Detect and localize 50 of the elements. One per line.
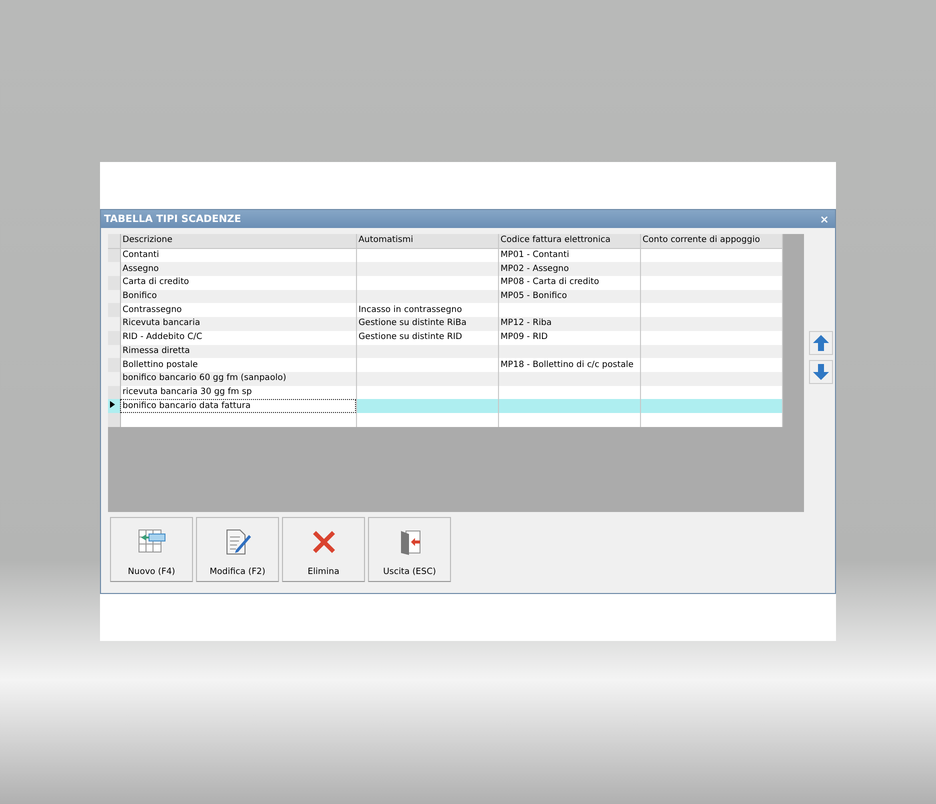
table-cell: bonifico bancario data fattura <box>122 400 251 411</box>
table-cell: MP02 - Assegno <box>500 264 569 274</box>
toolbar-button[interactable]: Elimina <box>282 517 365 582</box>
column-header[interactable]: Descrizione <box>120 234 356 248</box>
column-header[interactable]: Conto corrente di appoggio <box>640 234 782 248</box>
window-title: TABELLA TIPI SCADENZE <box>104 214 242 224</box>
move-down-button[interactable] <box>809 360 833 384</box>
table-row[interactable]: Ricevuta bancaria Gestione su distinte RiBa MP12 - Riba <box>108 317 782 331</box>
table-cell: Bollettino postale <box>122 360 198 370</box>
table-cell: Bonifico <box>122 291 157 302</box>
column-header[interactable]: Codice fattura elettronica <box>498 234 640 248</box>
table-cell: Contanti <box>122 250 160 260</box>
table-row[interactable]: RID - Addebito C/C Gestione su distinte RID MP09 - RID <box>108 330 782 344</box>
toolbar-button[interactable]: Nuovo (F4) <box>110 517 193 582</box>
table-cell: MP09 - RID <box>500 332 548 342</box>
row-pointer-icon <box>110 401 115 408</box>
table-cell: MP05 - Bonifico <box>500 291 567 302</box>
table-row[interactable]: ricevuta bancaria 30 gg fm sp <box>108 386 782 400</box>
table-cell: Carta di credito <box>122 277 190 288</box>
table-cell: Contrassegno <box>122 304 182 315</box>
toolbar-button[interactable]: Uscita (ESC) <box>368 517 451 582</box>
down-arrow-icon <box>812 363 830 381</box>
document-pencil-icon <box>224 528 252 556</box>
table-cell: RID - Addebito C/C <box>122 332 202 342</box>
table-cell: Gestione su distinte RiBa <box>358 318 466 328</box>
table-row[interactable]: Bonifico MP05 - Bonifico <box>108 290 782 304</box>
table-row[interactable]: Assegno MP02 - Assegno <box>108 262 782 276</box>
table-cell: MP12 - Riba <box>500 318 552 328</box>
table-cell: Rimessa diretta <box>122 346 190 356</box>
table-cell: bonifico bancario 60 gg fm (sanpaolo) <box>122 373 286 384</box>
table-cell: Gestione su distinte RID <box>358 332 462 342</box>
column-header[interactable]: Automatismi <box>356 234 498 248</box>
move-up-button[interactable] <box>809 331 833 355</box>
table-cell: Incasso in contrassegno <box>358 304 462 315</box>
table-row[interactable]: Rimessa diretta <box>108 344 782 358</box>
table-cell: MP18 - Bollettino di c/c postale <box>500 360 634 370</box>
table-cell: Assegno <box>122 264 159 274</box>
table-cell: MP01 - Contanti <box>500 250 570 260</box>
toolbar-button[interactable]: Modifica (F2) <box>196 517 279 582</box>
table-cell: Ricevuta bancaria <box>122 318 200 328</box>
table-row[interactable]: Contanti MP01 - Contanti <box>108 248 782 262</box>
table-row[interactable]: Carta di credito MP08 - Carta di credito <box>108 276 782 290</box>
table-cell: MP08 - Carta di credito <box>500 277 600 288</box>
table-row[interactable]: bonifico bancario 60 gg fm (sanpaolo) <box>108 372 782 386</box>
table-cell: ricevuta bancaria 30 gg fm sp <box>122 386 252 397</box>
table-row[interactable]: Bollettino postale MP18 - Bollettino di c/c postale <box>108 358 782 372</box>
table-row[interactable]: bonifico bancario data fattura <box>108 399 782 414</box>
up-arrow-icon <box>812 334 830 352</box>
table-insert-icon <box>136 528 166 554</box>
table-row[interactable]: Contrassegno Incasso in contrassegno <box>108 303 782 318</box>
